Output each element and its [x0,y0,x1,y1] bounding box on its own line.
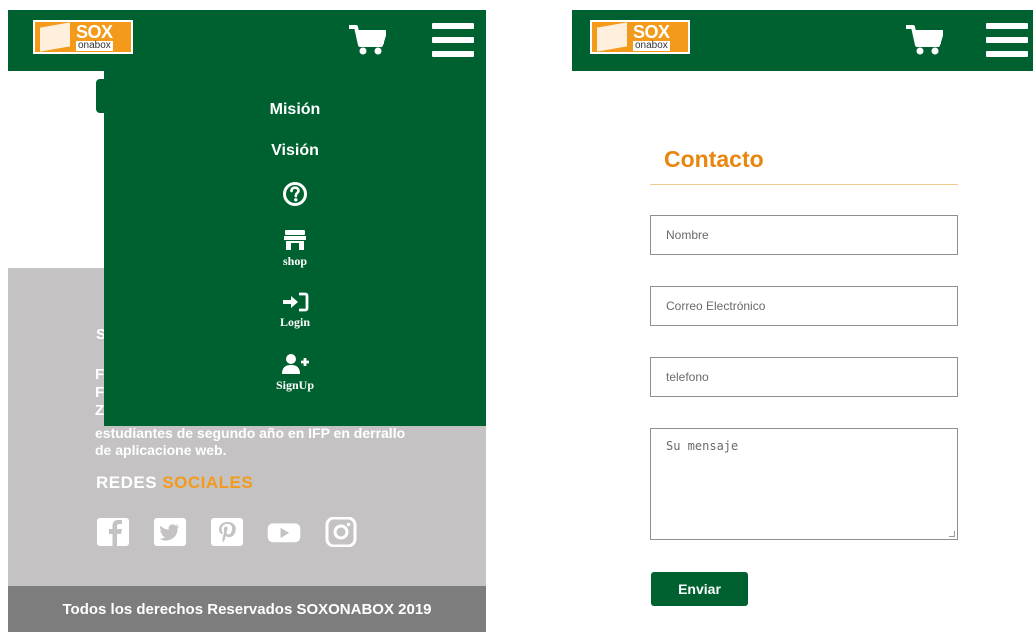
logo-main-text: SOX [76,22,113,42]
logo-sub-text: onabox [633,40,670,51]
mobile-menu-screen: SOX onabox S F F Z estudiantes de segund… [8,10,486,632]
box-logo-icon [40,22,70,52]
logo-sub-text: onabox [76,40,113,51]
phone-field-wrapper [650,357,958,397]
name-field-wrapper [650,215,958,255]
social-links [95,516,359,548]
about-line-1-lead: F [95,366,105,383]
login-label: Login [279,315,310,329]
copyright-bar: Todos los derechos Reservados SOXONABOX … [8,586,486,632]
phone-input[interactable] [651,358,957,396]
brand-logo[interactable]: SOX onabox [590,20,690,54]
hamburger-menu-icon[interactable] [432,23,474,57]
menu-item-shop[interactable]: shop [104,228,486,269]
hamburger-menu-icon[interactable] [986,23,1028,57]
sign-in-icon [283,292,309,312]
email-field-wrapper [650,286,958,326]
youtube-icon[interactable] [266,516,302,548]
site-header: SOX onabox [572,10,1033,71]
contact-form-screen: SOX onabox Contacto Enviar [572,10,1033,632]
user-plus-icon [282,354,309,374]
site-header: SOX onabox [8,10,486,71]
brand-logo[interactable]: SOX onabox [33,20,133,54]
resize-handle[interactable] [949,531,955,537]
shopping-cart-icon[interactable] [905,24,943,56]
message-textarea[interactable] [651,429,957,539]
about-line-3-lead: Z [95,402,105,419]
question-circle-icon [283,182,307,206]
about-line-2-lead: F [95,384,105,401]
title-divider [650,184,958,185]
copyright-text: Todos los derechos Reservados SOXONABOX … [62,600,432,618]
store-icon [284,230,306,250]
logo-main-text: SOX [633,22,670,42]
name-input[interactable] [651,216,957,254]
menu-item-vision[interactable]: Visión [104,142,486,160]
menu-item-login[interactable]: Login [104,291,486,330]
contact-title: Contacto [664,146,764,172]
social-heading: REDES SOCIALES [96,473,254,492]
box-logo-icon [597,22,627,52]
about-description: estudiantes de segundo año en IFP en der… [95,425,406,458]
email-input[interactable] [651,287,957,325]
menu-item-signup[interactable]: SignUp [104,352,486,393]
shop-label: shop [282,254,308,268]
nav-dropdown-menu: Misión Visión shop Login SignUp [104,71,486,426]
menu-item-help[interactable] [104,181,486,207]
twitter-icon[interactable] [152,516,188,548]
facebook-icon[interactable] [95,516,131,548]
instagram-icon[interactable] [323,516,359,548]
shopping-cart-icon[interactable] [348,24,386,56]
message-field-wrapper [650,428,958,540]
pinterest-icon[interactable] [209,516,245,548]
signup-label: SignUp [275,378,315,392]
menu-item-mision[interactable]: Misión [104,101,486,119]
submit-button[interactable]: Enviar [651,572,748,606]
